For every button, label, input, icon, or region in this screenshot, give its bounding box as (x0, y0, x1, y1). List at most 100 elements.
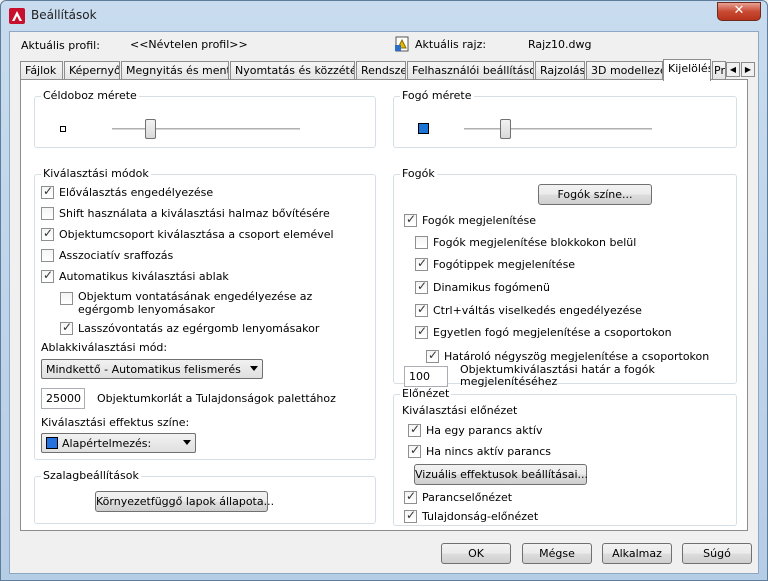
grip-size-title: Fogó mérete (400, 89, 474, 102)
grip-slider[interactable] (500, 119, 512, 139)
window-selection-method-label: Ablakkiválasztási mód: (41, 341, 168, 354)
tab-open-save[interactable]: Megnyitás és mentés (121, 61, 229, 80)
drawing-file-icon (395, 36, 409, 52)
preview-no-command-checkbox[interactable] (408, 443, 421, 458)
ctrl-cycling-checkbox[interactable] (415, 302, 428, 317)
ribbon-options-title: Szalagbeállítások (41, 469, 141, 482)
apply-button[interactable]: Alkalmaz (602, 543, 672, 564)
selection-preview-subtitle: Kiválasztási előnézet (402, 404, 518, 417)
shift-add-selection-checkbox[interactable] (41, 206, 54, 220)
tab-plot-publish[interactable]: Nyomtatás és közzététel (230, 61, 355, 80)
grip-object-limit-label: Objektumkiválasztási határ a fogók megje… (460, 364, 655, 388)
grips-within-blocks-label: Fogók megjelenítése blokkokon belül (433, 235, 637, 249)
command-preview-option[interactable]: Parancselőnézet (404, 489, 512, 505)
group-bbox-option[interactable]: Határoló négyszög megjelenítése a csopor… (426, 348, 709, 364)
contextual-tab-states-button[interactable]: Környezetfüggő lapok állapota... (95, 491, 274, 512)
app-logo-icon (9, 8, 25, 24)
current-profile-label: Aktuális profil: (21, 39, 100, 52)
close-button[interactable]: ✕ (717, 2, 761, 21)
allow-press-drag-option[interactable]: Objektum vontatásának engedélyezése az e… (60, 290, 312, 318)
allow-press-drag-label: Objektum vontatásának engedélyezése az e… (78, 290, 312, 316)
implied-windowing-option[interactable]: Automatikus kiválasztási ablak (41, 268, 229, 284)
window-title: Beállítások (31, 8, 97, 22)
show-grips-label: Fogók megjelenítése (422, 213, 536, 227)
show-grips-option[interactable]: Fogók megjelenítése (404, 212, 536, 228)
property-preview-option[interactable]: Tulajdonság-előnézet (404, 508, 538, 524)
implied-windowing-checkbox[interactable] (41, 268, 54, 283)
grip-object-limit-input[interactable]: 100 (404, 366, 448, 387)
preview-title: Előnézet (400, 387, 452, 400)
pickbox-slider-track (112, 128, 300, 131)
grip-preview (418, 123, 429, 134)
grips-within-blocks-option[interactable]: Fogók megjelenítése blokkokon belül (415, 234, 636, 250)
current-drawing-label: Aktuális rajz: (415, 38, 487, 51)
lasso-option[interactable]: Lasszóvontatás az egérgomb lenyomásakor (60, 320, 319, 336)
tab-scroll-right-icon[interactable]: ▶ (741, 62, 755, 77)
grip-size-group: Fogó mérete (393, 89, 737, 148)
lasso-checkbox[interactable] (60, 320, 73, 335)
help-button[interactable]: Súgó (682, 543, 752, 564)
ok-button[interactable]: OK (441, 543, 511, 564)
tab-scroll-left-icon[interactable]: ◀ (726, 62, 740, 77)
grips-within-blocks-checkbox[interactable] (415, 235, 428, 249)
effect-color-label: Kiválasztási effektus színe: (41, 416, 190, 429)
preview-command-active-checkbox[interactable] (408, 422, 421, 437)
associative-hatch-checkbox[interactable] (41, 248, 54, 262)
preview-command-active-option[interactable]: Ha egy parancs aktív (408, 422, 543, 438)
pickbox-preview (60, 126, 66, 132)
object-grouping-checkbox[interactable] (41, 226, 54, 241)
dynamic-grip-menu-label: Dinamikus fogómenü (433, 280, 550, 294)
current-drawing-value: Rajz10.dwg (528, 38, 592, 51)
preview-no-command-option[interactable]: Ha nincs aktív parancs (408, 443, 551, 459)
object-grouping-option[interactable]: Objektumcsoport kiválasztása a csoport e… (41, 226, 334, 242)
noun-verb-selection-checkbox[interactable] (41, 184, 54, 199)
property-preview-checkbox[interactable] (404, 508, 417, 523)
lasso-label: Lasszóvontatás az egérgomb lenyomásakor (78, 321, 320, 335)
show-grips-checkbox[interactable] (404, 212, 417, 227)
grips-group: Fogók Fogók színe... Fogók megjelenítése… (393, 167, 737, 388)
tab-user-preferences[interactable]: Felhasználói beállítások (407, 61, 534, 80)
shift-add-selection-label: Shift használata a kiválasztási halmaz b… (59, 206, 330, 220)
tab-display[interactable]: Képernyő (64, 61, 120, 80)
tab-selection[interactable]: Kijelölés (663, 59, 711, 81)
single-grip-groups-checkbox[interactable] (415, 324, 428, 340)
grip-tips-option[interactable]: Fogótippek megjelenítése (415, 256, 575, 273)
dialog-body: Aktuális profil: <<Névtelen profil>> Akt… (9, 31, 759, 574)
grip-slider-track (464, 128, 652, 131)
shift-add-selection-option[interactable]: Shift használata a kiválasztási halmaz b… (41, 205, 330, 221)
allow-press-drag-checkbox[interactable] (60, 292, 73, 305)
single-grip-groups-label: Egyetlen fogó megjelenítése a csoportoko… (433, 326, 672, 340)
associative-hatch-option[interactable]: Asszociatív sraffozás (41, 247, 173, 263)
associative-hatch-label: Asszociatív sraffozás (59, 248, 174, 262)
command-preview-checkbox[interactable] (404, 489, 417, 504)
object-limit-input[interactable]: 25000 (41, 388, 85, 409)
pickbox-size-title: Céldoboz mérete (41, 89, 139, 102)
pickbox-size-group: Céldoboz mérete (34, 89, 376, 148)
grip-object-limit-label-line2: megjelenítéséhez (460, 375, 558, 388)
tab-bar: Fájlok Képernyő Megnyitás és mentés Nyom… (20, 59, 755, 81)
cancel-button[interactable]: Mégse (522, 543, 592, 564)
window-selection-method-value: Mindkettő - Automatikus felismerés (46, 362, 241, 376)
single-grip-groups-option[interactable]: Egyetlen fogó megjelenítése a csoportoko… (415, 324, 672, 341)
tab-3d-modeling[interactable]: 3D modellezés (586, 61, 663, 80)
grip-colors-button[interactable]: Fogók színe... (538, 184, 652, 205)
tab-system[interactable]: Rendszer (356, 61, 406, 80)
ctrl-cycling-option[interactable]: Ctrl+váltás viselkedés engedélyezése (415, 302, 642, 318)
grip-tips-checkbox[interactable] (415, 256, 428, 272)
selection-tab-page: Céldoboz mérete Fogó mérete Kiválasztási… (20, 79, 748, 531)
tab-profiles[interactable]: Pr (712, 61, 726, 80)
visual-effect-settings-button[interactable]: Vizuális effektusok beállításai... (414, 464, 588, 485)
effect-color-dropdown[interactable]: Alapértelmezés: (41, 433, 196, 453)
pickbox-slider[interactable] (144, 119, 156, 139)
color-swatch (46, 437, 58, 449)
preview-command-active-label: Ha egy parancs aktív (426, 423, 543, 437)
preview-no-command-label: Ha nincs aktív parancs (426, 444, 552, 458)
group-bbox-checkbox[interactable] (426, 348, 439, 363)
dynamic-grip-menu-option[interactable]: Dinamikus fogómenü (415, 279, 550, 295)
dynamic-grip-menu-checkbox[interactable] (415, 279, 428, 294)
tab-drafting[interactable]: Rajzolás (535, 61, 585, 80)
title-bar[interactable]: Beállítások ✕ (1, 1, 767, 31)
noun-verb-selection-option[interactable]: Előválasztás engedélyezése (41, 184, 213, 200)
window-selection-method-dropdown[interactable]: Mindkettő - Automatikus felismerés (41, 359, 263, 379)
tab-files[interactable]: Fájlok (20, 61, 63, 80)
